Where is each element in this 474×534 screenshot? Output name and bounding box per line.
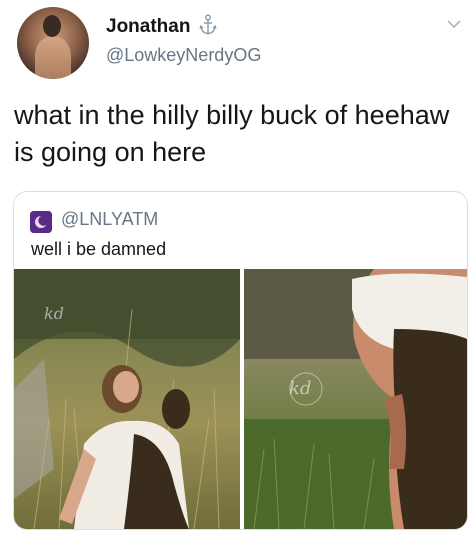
avatar-head (43, 15, 61, 37)
avatar-torso (35, 37, 71, 79)
tweet-text: what in the hilly billy buck of heehaw i… (14, 100, 450, 167)
author-handle[interactable]: @LowkeyNerdyOG (106, 45, 261, 66)
author-name[interactable]: Jonathan (106, 16, 190, 38)
quoted-tweet-text: well i be damned (31, 239, 167, 259)
photo-woman-with-bees-sitting[interactable]: kd (14, 269, 240, 529)
author-avatar[interactable] (17, 7, 89, 79)
chevron-down-icon[interactable] (446, 18, 462, 30)
quoted-author-handle[interactable]: @LNLYATM (61, 209, 158, 230)
anchor-icon (199, 14, 217, 35)
quoted-tweet[interactable]: @LNLYATM well i be damned kd kd (13, 191, 468, 530)
crescent-moon-icon[interactable] (30, 211, 52, 233)
photo-bees-on-dress-closeup[interactable]: kd (244, 269, 467, 529)
svg-text:kd: kd (44, 304, 64, 323)
